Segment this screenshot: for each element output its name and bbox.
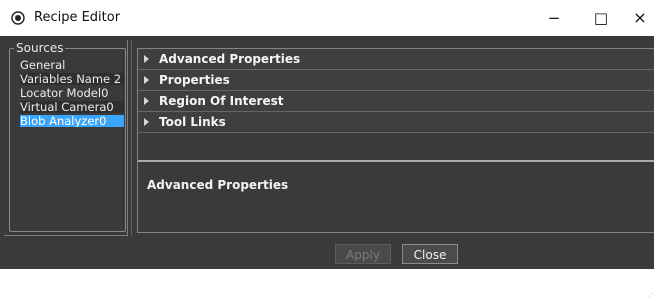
source-item-general[interactable]: General <box>20 59 124 71</box>
title-bar[interactable]: Recipe Editor − □ × <box>0 0 654 36</box>
source-item-locator-model0[interactable]: Locator Model0 <box>20 87 124 99</box>
recipe-editor-window: Recipe Editor − □ × Sources General Vari… <box>0 0 654 298</box>
sources-group: Sources General Variables Name 2 Locator… <box>9 41 126 232</box>
panel-splitter[interactable] <box>131 40 132 236</box>
source-item-blob-analyzer0[interactable]: Blob Analyzer0 <box>20 115 124 127</box>
maximize-button[interactable]: □ <box>586 6 616 30</box>
window-title: Recipe Editor <box>34 10 121 25</box>
sources-legend: Sources <box>14 41 66 55</box>
source-item-virtual-camera0[interactable]: Virtual Camera0 <box>20 101 124 113</box>
maximize-icon: □ <box>593 9 609 27</box>
source-item-variables-name-2[interactable]: Variables Name 2 <box>20 73 124 85</box>
close-button[interactable]: Close <box>402 244 458 264</box>
recipe-editor-icon <box>11 11 25 25</box>
minimize-icon: − <box>547 9 561 27</box>
editor-client-area: Sources General Variables Name 2 Locator… <box>0 36 654 298</box>
apply-button[interactable]: Apply <box>335 244 391 264</box>
close-icon: × <box>633 8 647 27</box>
properties-panel-border <box>137 48 654 233</box>
minimize-button[interactable]: − <box>539 6 569 30</box>
resize-grip-icon[interactable]: ⋰ <box>648 289 654 298</box>
close-window-button[interactable]: × <box>625 6 654 30</box>
